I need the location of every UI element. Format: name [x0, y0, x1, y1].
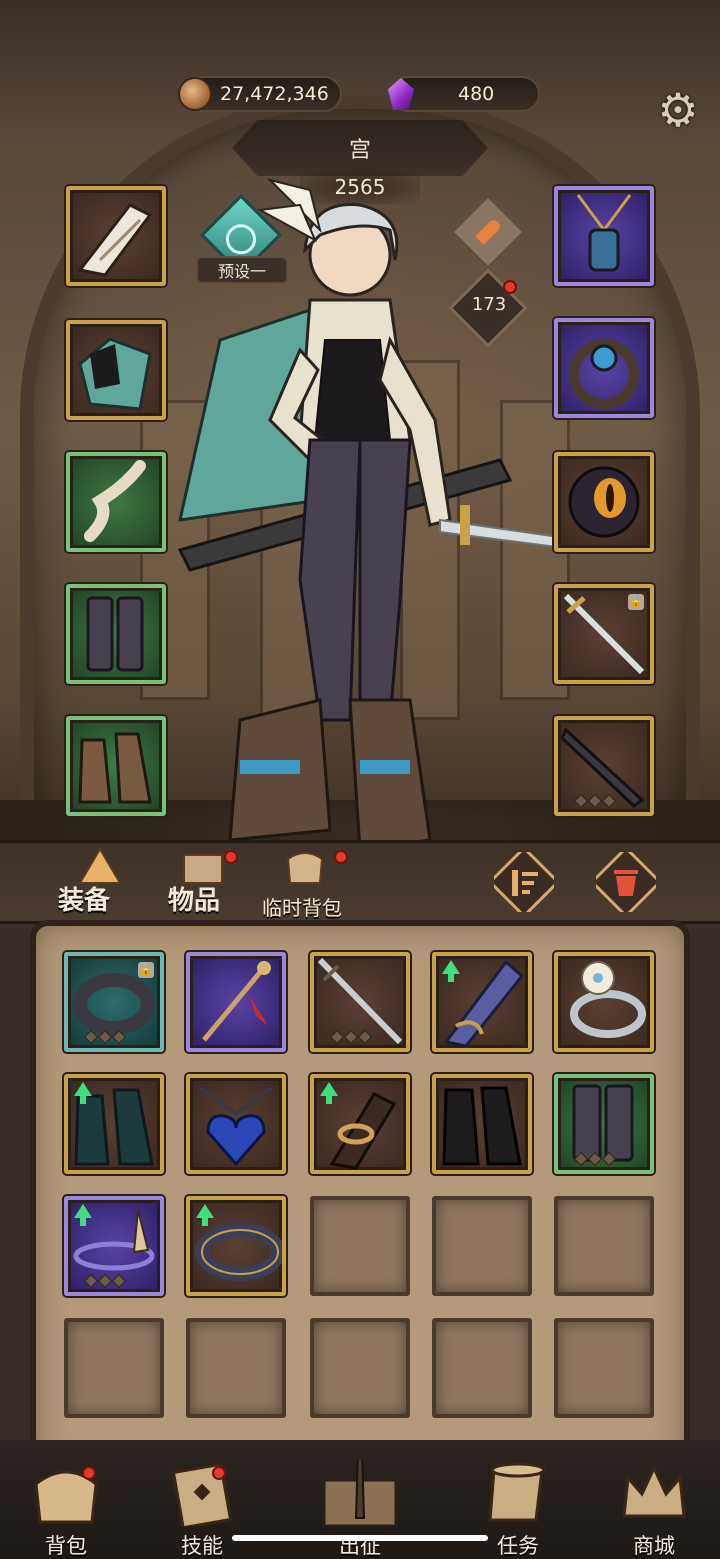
inventory-slot[interactable]	[186, 1196, 286, 1296]
tab-temp-bag[interactable]: 临时背包	[262, 892, 342, 921]
equip-slot-weapon[interactable]: 🔒	[554, 584, 654, 684]
upgrade-arrow-icon	[320, 1082, 338, 1104]
lock-icon: 🔒	[628, 594, 644, 610]
scroll-icon	[488, 1462, 546, 1522]
coin-icon	[178, 77, 212, 111]
upgrade-arrow-icon	[442, 960, 460, 982]
equip-slot-boots[interactable]	[66, 716, 166, 816]
inventory-slot-empty[interactable]	[310, 1196, 410, 1296]
inventory-slot[interactable]	[310, 1074, 410, 1174]
star-pips	[83, 1273, 127, 1289]
cloak-armor-icon	[78, 337, 152, 411]
bracer-icon	[84, 460, 146, 542]
inventory-slot-empty[interactable]	[554, 1196, 654, 1296]
equip-slot-leggings[interactable]	[66, 584, 166, 684]
upgrade-arrow-icon	[196, 1204, 214, 1226]
equip-slot-bracer[interactable]	[66, 452, 166, 552]
inventory-slot[interactable]	[554, 952, 654, 1052]
inventory-slot[interactable]	[310, 952, 410, 1052]
ring-icon	[569, 339, 639, 409]
nav-bag[interactable]: 背包	[6, 1460, 126, 1559]
upgrade-arrow-icon	[74, 1204, 92, 1226]
sort-icon[interactable]	[494, 852, 554, 912]
star-pips	[329, 1029, 373, 1045]
winged-helmet-icon	[77, 203, 153, 277]
notification-dot	[212, 1466, 226, 1480]
nav-skills[interactable]: 技能	[142, 1460, 262, 1559]
nav-shop-label: 商城	[633, 1534, 675, 1558]
notification-dot	[334, 850, 348, 864]
leggings-icon	[86, 596, 144, 672]
notification-dot	[82, 1466, 96, 1480]
nav-bag-label: 背包	[45, 1534, 87, 1558]
tab-equipment[interactable]: 装备	[58, 880, 110, 917]
hero-character	[177, 178, 560, 852]
inventory-slot[interactable]: 🔒	[64, 952, 164, 1052]
equip-slot-trinket[interactable]	[554, 452, 654, 552]
dark-boots-icon	[442, 1086, 522, 1166]
boots-icon	[78, 732, 152, 804]
equip-slot-offhand[interactable]	[554, 716, 654, 816]
inventory-slot-empty[interactable]	[554, 1318, 654, 1418]
equip-slot-helmet[interactable]	[66, 186, 166, 286]
amulet-icon	[576, 194, 632, 272]
temp-bag-tab-icon	[286, 852, 324, 884]
gem-counter: 480	[388, 76, 540, 112]
star-pips	[83, 1029, 127, 1045]
inventory-slot[interactable]	[64, 1196, 164, 1296]
inventory-slot[interactable]	[432, 952, 532, 1052]
heart-necklace-icon	[198, 1086, 274, 1167]
gem-amount: 480	[458, 83, 495, 105]
equip-slot-armor[interactable]	[66, 320, 166, 420]
inventory-slot-empty[interactable]	[432, 1318, 532, 1418]
shop-crown-icon	[622, 1464, 686, 1518]
eye-trinket-icon	[568, 466, 640, 538]
nav-expedition[interactable]: 出征	[300, 1460, 420, 1559]
gold-amount: 27,472,346	[220, 83, 329, 105]
notification-dot	[224, 850, 238, 864]
inventory-slot[interactable]	[432, 1074, 532, 1174]
inventory-slot-empty[interactable]	[432, 1196, 532, 1296]
inventory-slot-empty[interactable]	[186, 1318, 286, 1418]
equip-slot-amulet[interactable]	[554, 186, 654, 286]
lock-icon: 🔒	[138, 962, 154, 978]
inventory-slot[interactable]	[554, 1074, 654, 1174]
tab-items[interactable]: 物品	[168, 880, 220, 917]
upgrade-arrow-icon	[74, 1082, 92, 1104]
inventory-slot-empty[interactable]	[64, 1318, 164, 1418]
star-pips	[573, 1151, 617, 1167]
inventory-slot[interactable]	[186, 1074, 286, 1174]
trash-icon[interactable]	[596, 852, 656, 912]
nav-quests[interactable]: 任务	[458, 1460, 578, 1559]
hairpin-icon	[202, 961, 271, 1042]
expedition-sword-icon	[322, 1460, 398, 1526]
inventory-slot-empty[interactable]	[310, 1318, 410, 1418]
inventory-slot[interactable]	[64, 1074, 164, 1174]
star-pips	[573, 793, 617, 809]
flower-ring-icon	[570, 961, 646, 1038]
gold-counter: 27,472,346	[178, 76, 342, 112]
nav-shop[interactable]: 商城	[594, 1460, 714, 1559]
equip-slot-ring[interactable]	[554, 318, 654, 418]
equipment-tab-icon	[78, 847, 122, 884]
inventory-slot[interactable]	[186, 952, 286, 1052]
home-indicator[interactable]	[232, 1535, 488, 1541]
items-tab-icon	[183, 854, 223, 884]
gear-icon[interactable]: ⚙	[652, 83, 704, 137]
skill-book-icon	[171, 1462, 233, 1526]
